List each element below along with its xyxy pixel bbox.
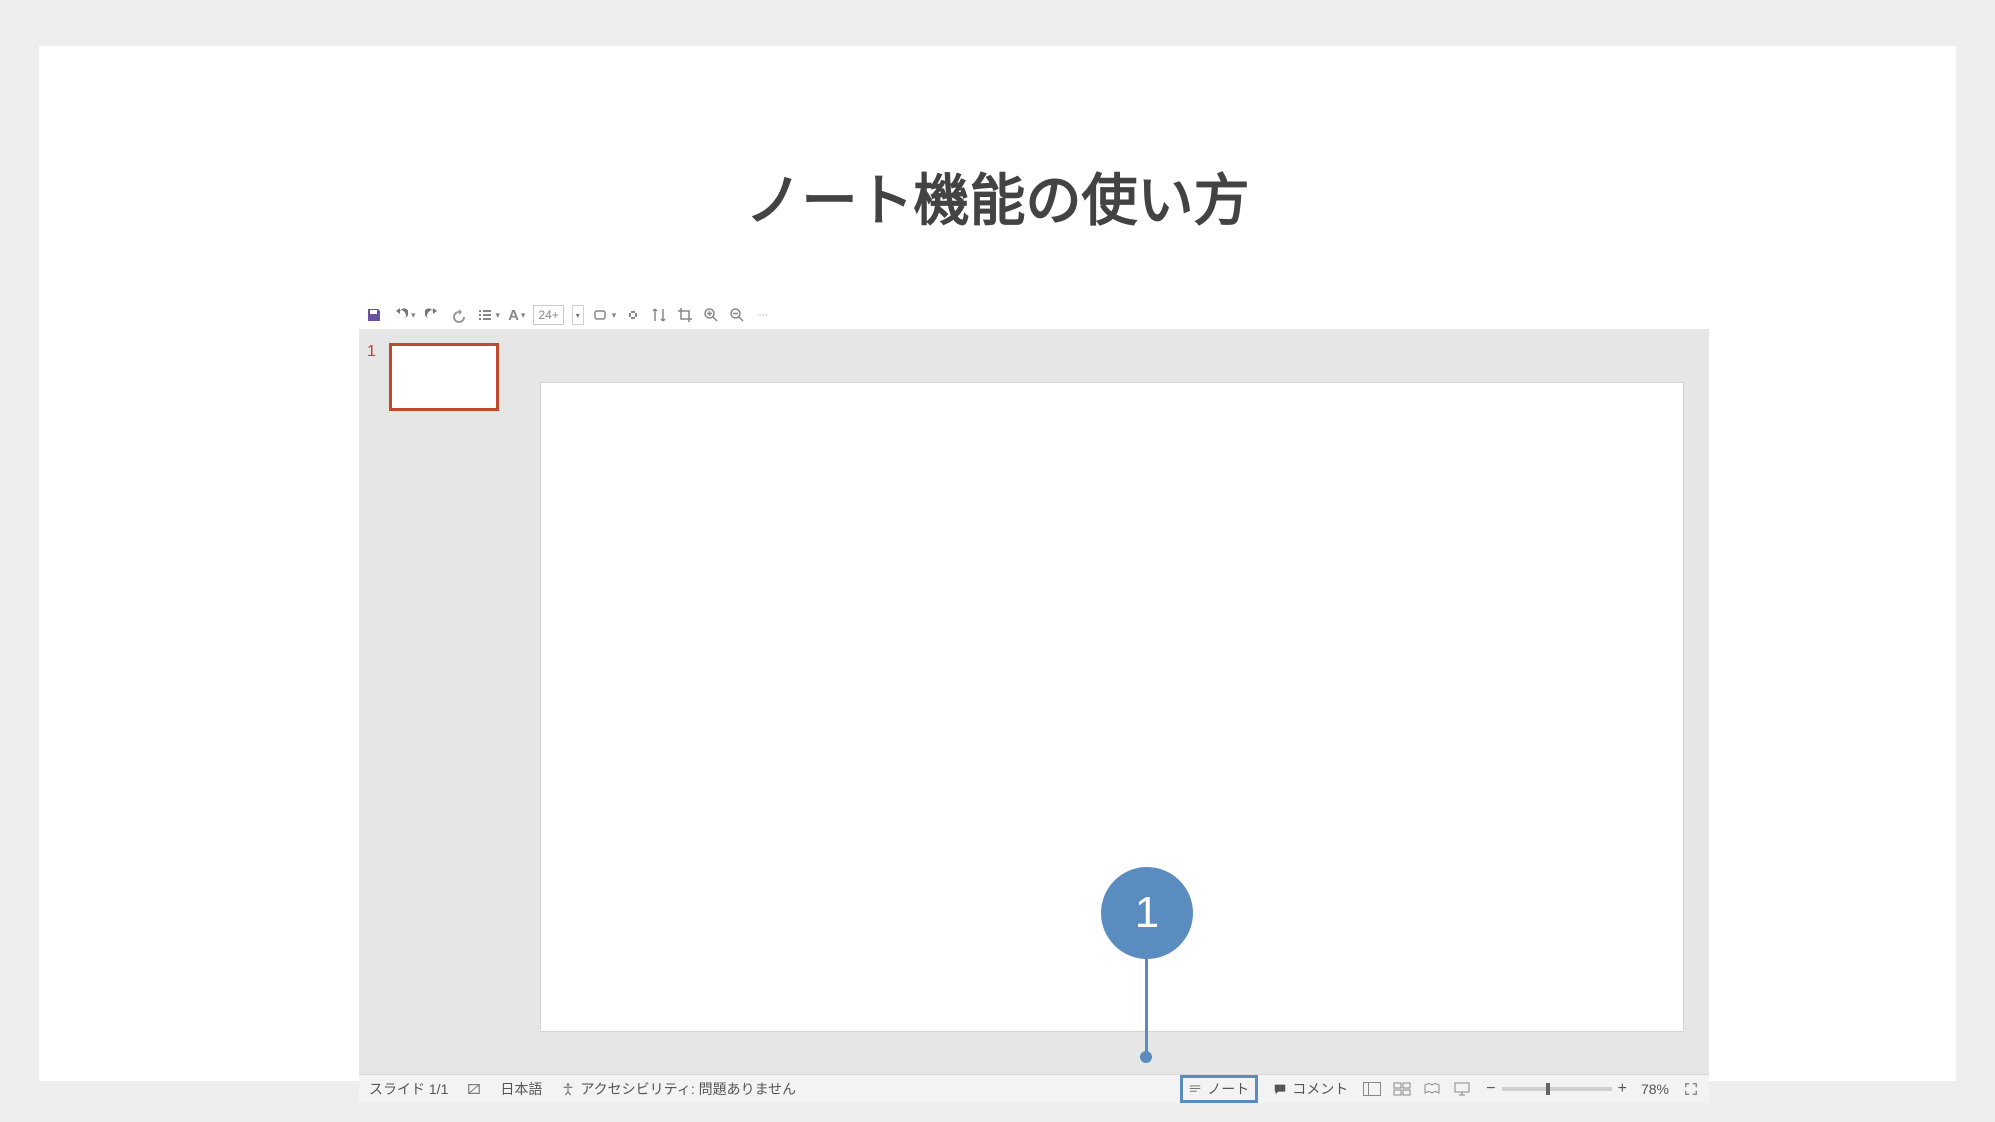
accessibility-status[interactable]: アクセシビリティ: 問題ありません [560, 1079, 796, 1099]
zoom-slider[interactable]: − + [1486, 1080, 1627, 1098]
normal-view-button[interactable] [1362, 1081, 1382, 1097]
reading-view-button[interactable] [1422, 1081, 1442, 1097]
page-title: ノート機能の使い方 [39, 156, 1956, 237]
slide-indicator: スライド 1/1 [369, 1079, 448, 1099]
zoom-in-button[interactable]: + [1618, 1080, 1627, 1098]
comments-button[interactable]: コメント [1272, 1079, 1348, 1099]
status-bar: スライド 1/1 日本語 アクセシビリティ: 問題ありません [359, 1074, 1709, 1103]
annotation-endpoint [1140, 1051, 1152, 1063]
slideshow-view-button[interactable] [1452, 1081, 1472, 1097]
font-size-box[interactable]: 24+ [533, 305, 563, 325]
slide-thumbnail-panel: 1 [359, 329, 516, 1075]
slide-thumbnail[interactable] [389, 343, 499, 411]
arrange-icon[interactable] [650, 306, 668, 324]
zoom-out-button[interactable]: − [1486, 1080, 1495, 1098]
zoom-percent[interactable]: 78% [1641, 1081, 1669, 1097]
comments-icon [1272, 1081, 1288, 1097]
undo-button[interactable]: ▾ [391, 306, 416, 324]
font-color-button[interactable]: A ▾ [508, 307, 525, 324]
slide-canvas-area [515, 329, 1709, 1075]
list-button[interactable]: ▾ [476, 306, 501, 324]
save-icon[interactable] [365, 306, 383, 324]
powerpoint-window: ▾ ▾ A ▾ 24+ ▾ ▾ [359, 301, 1709, 1103]
sorter-view-button[interactable] [1392, 1081, 1412, 1097]
zoom-in-icon[interactable] [702, 306, 720, 324]
notes-button[interactable]: ノート [1180, 1075, 1258, 1103]
view-buttons [1362, 1081, 1472, 1097]
notes-icon [1187, 1081, 1203, 1097]
slide-thumb-number: 1 [367, 343, 376, 361]
more-commands-icon[interactable]: ⋯ [754, 306, 772, 324]
zoom-out-icon[interactable] [728, 306, 746, 324]
annotation-connector [1145, 959, 1148, 1055]
quick-access-toolbar: ▾ ▾ A ▾ 24+ ▾ ▾ [359, 301, 1709, 329]
accessibility-icon [560, 1081, 576, 1097]
crop-icon[interactable] [676, 306, 694, 324]
zoom-track[interactable] [1502, 1087, 1612, 1091]
font-size-dropdown[interactable]: ▾ [572, 305, 584, 325]
repeat-icon[interactable] [450, 306, 468, 324]
annotation-badge: 1 [1101, 867, 1193, 959]
language-indicator[interactable]: 日本語 [500, 1079, 542, 1099]
shapes-button[interactable]: ▾ [592, 306, 617, 324]
spellcheck-icon[interactable] [466, 1081, 482, 1097]
link-icon[interactable] [624, 306, 642, 324]
zoom-thumb[interactable] [1546, 1083, 1550, 1095]
redo-icon[interactable] [424, 306, 442, 324]
fit-to-window-button[interactable] [1683, 1081, 1699, 1097]
